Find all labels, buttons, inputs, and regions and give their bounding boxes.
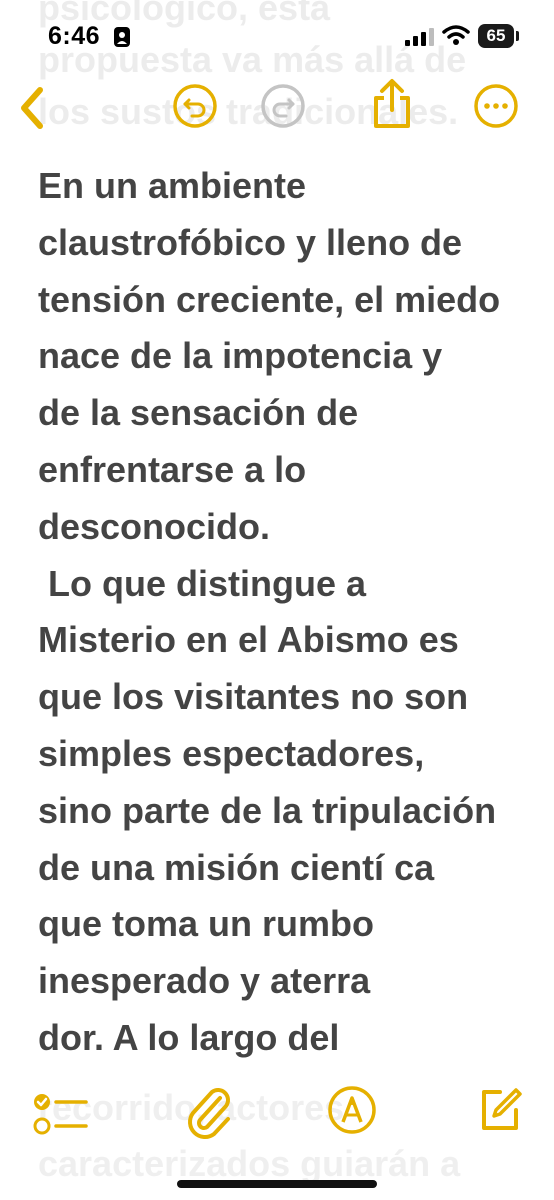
- cellular-signal-icon: [405, 28, 434, 46]
- top-toolbar: [0, 78, 554, 140]
- note-line: que toma un rumbo: [38, 903, 374, 945]
- status-bar: 6:46 65: [0, 0, 554, 70]
- redo-icon: [261, 84, 305, 128]
- note-line: de una misión cientí ca: [38, 846, 435, 888]
- checklist-button[interactable]: [32, 1088, 92, 1143]
- checklist-icon: [33, 1094, 88, 1135]
- note-line: nace de la impotencia y: [38, 335, 443, 377]
- focus-mode-icon: [114, 27, 130, 47]
- attach-button[interactable]: [184, 1084, 234, 1145]
- home-indicator[interactable]: [177, 1180, 377, 1188]
- markup-pen-icon: [328, 1086, 376, 1134]
- note-body[interactable]: En un ambiente claustrofóbico y lleno de…: [38, 158, 538, 1067]
- note-line: simples espectadores,: [38, 732, 425, 774]
- note-line: de la sensación de: [38, 392, 359, 434]
- note-line: que los visitantes no son: [38, 676, 469, 718]
- wifi-icon: [442, 25, 470, 45]
- status-time: 6:46: [48, 22, 101, 50]
- undo-icon: [173, 84, 217, 128]
- battery-icon: 65: [478, 24, 514, 48]
- redo-button[interactable]: [260, 83, 306, 134]
- share-icon: [374, 79, 410, 128]
- compose-button[interactable]: [476, 1084, 526, 1139]
- note-line: sino parte de la tripulación: [38, 789, 497, 831]
- more-button[interactable]: [473, 83, 519, 134]
- note-line: desconocido.: [38, 505, 271, 547]
- note-line: tensión creciente, el miedo: [38, 278, 501, 320]
- markup-button[interactable]: [326, 1084, 378, 1141]
- note-line: En un ambiente: [38, 165, 307, 206]
- note-line: enfrentarse a lo: [38, 448, 307, 490]
- note-line: claustrofóbico y lleno de: [38, 221, 463, 263]
- battery-level: 65: [486, 26, 506, 45]
- compose-icon: [482, 1088, 522, 1130]
- paperclip-icon: [188, 1088, 230, 1139]
- note-line: Misterio en el Abismo es: [38, 619, 459, 661]
- back-button[interactable]: [14, 84, 50, 137]
- note-line: inesperado y aterra: [38, 960, 371, 1002]
- note-line: Lo que distingue a: [38, 562, 367, 604]
- undo-button[interactable]: [172, 83, 218, 134]
- chevron-left-icon: [21, 87, 43, 129]
- bottom-toolbar: [0, 1080, 554, 1150]
- share-button[interactable]: [370, 78, 414, 135]
- note-line: dor. A lo largo del: [38, 1016, 340, 1058]
- battery-tip: [516, 31, 519, 41]
- ellipsis-icon: [474, 84, 518, 128]
